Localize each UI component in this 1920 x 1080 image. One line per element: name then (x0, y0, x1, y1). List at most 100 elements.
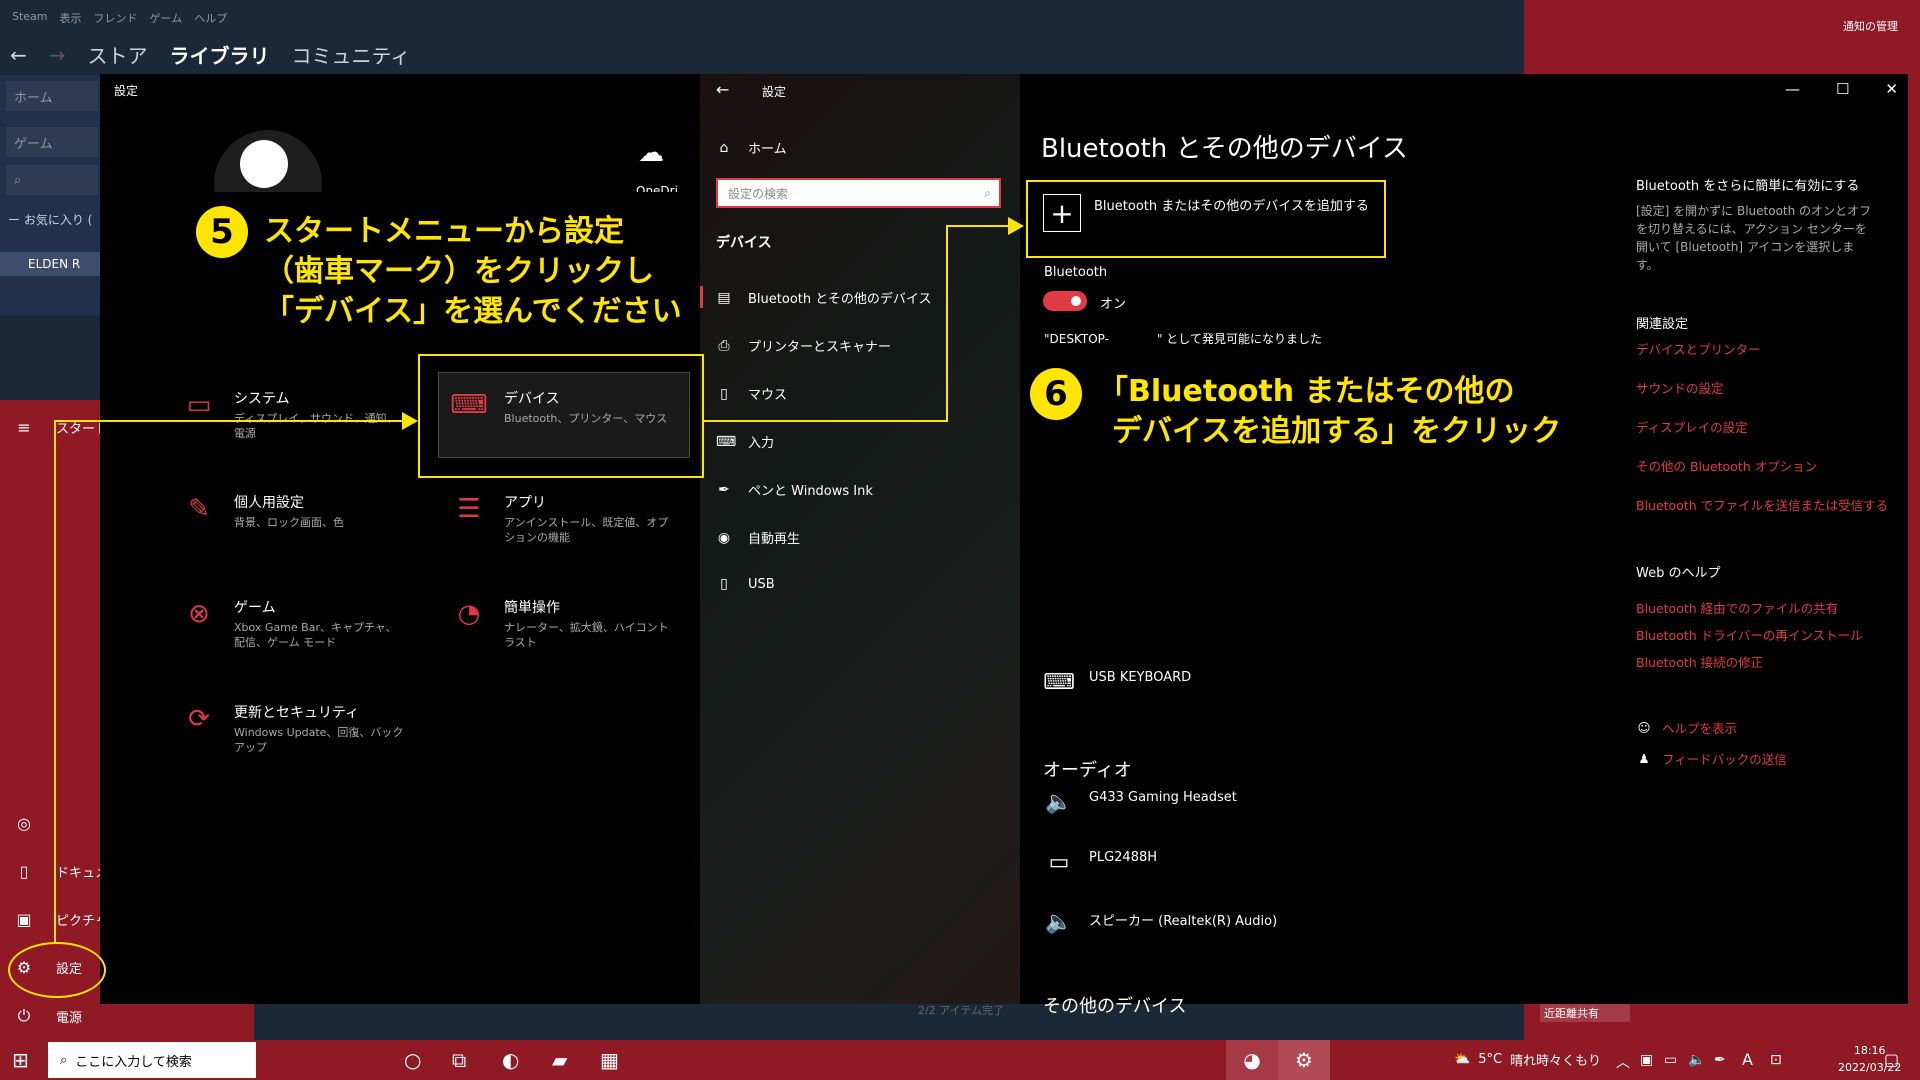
related-link[interactable]: ディスプレイの設定 (1636, 417, 1748, 436)
connector-line (946, 225, 948, 422)
category-personalization[interactable]: ✎ 個人用設定 背景、ロック画面、色 (182, 492, 404, 531)
weather-widget[interactable]: ⛅ 5°C 晴れ時々くもり (1454, 1050, 1601, 1069)
nav-item-usb[interactable]: ▯ USB (716, 576, 775, 592)
power-icon: ⏻ (17, 1006, 31, 1025)
xbox-icon: ⊗ (188, 599, 210, 629)
related-link[interactable]: Bluetooth でファイルを送信または受信する (1636, 495, 1888, 514)
steam-menu-item[interactable]: 表示 (60, 10, 82, 26)
maximize-icon[interactable]: ☐ (1836, 80, 1849, 98)
device-audio[interactable]: 🔈 G433 Gaming Headset (1043, 790, 1237, 815)
search-icon: ⌕ (60, 1052, 68, 1068)
feedback-label: フィードバックの送信 (1662, 752, 1787, 767)
volume-icon[interactable]: 🔈 (1688, 1052, 1705, 1068)
category-subtitle: Xbox Game Bar、キャプチャ、配信、ゲーム モード (234, 621, 397, 649)
get-help-link[interactable]: ☺ ヘルプを表示 (1636, 718, 1737, 737)
power-button[interactable]: ⏻ 電源 (14, 1006, 82, 1026)
device-audio[interactable]: 🔈 スピーカー (Realtek(R) Audio) (1043, 910, 1277, 935)
tray-app-icon[interactable]: ▣ (1640, 1052, 1653, 1068)
user-icon: ◎ (17, 814, 31, 833)
steam-nav-store[interactable]: ストア (88, 40, 148, 69)
laptop-icon: ▭ (186, 390, 212, 420)
steam-menu-item[interactable]: Steam (12, 10, 48, 26)
nav-item-pen[interactable]: ✒ ペンと Windows Ink (716, 480, 873, 500)
web-help-link[interactable]: Bluetooth 接続の修正 (1636, 652, 1763, 671)
pen-workspace-icon[interactable]: ✒ (1714, 1052, 1726, 1068)
steam-menu-item[interactable]: ゲーム (150, 10, 183, 26)
ease-of-access-icon: ◔ (457, 599, 481, 629)
steam-home-button[interactable]: ホーム (6, 81, 98, 111)
ime-indicator[interactable]: A (1742, 1050, 1753, 1069)
notification-center-icon[interactable]: ▢ (1884, 1050, 1899, 1069)
search-input[interactable]: 設定の検索 ⌕ (716, 178, 1001, 208)
category-title: 更新とセキュリティ (234, 705, 360, 721)
store-icon[interactable]: ▦ (600, 1048, 619, 1072)
taskbar-search-placeholder: ここに入力して検索 (75, 1054, 192, 1070)
taskbar-steam-button[interactable]: ◕ (1226, 1040, 1278, 1080)
category-ease-of-access[interactable]: ◔ 簡単操作 ナレーター、拡大鏡、ハイコントラスト (452, 597, 674, 651)
step5-text-line: スタートメニューから設定 (264, 214, 624, 249)
related-link[interactable]: その他の Bluetooth オプション (1636, 456, 1817, 475)
paint-icon: ✎ (188, 494, 210, 524)
steam-search[interactable]: ⌕ (6, 165, 98, 195)
category-gaming[interactable]: ⊗ ゲーム Xbox Game Bar、キャプチャ、配信、ゲーム モード (182, 597, 404, 651)
ime-mode-icon[interactable]: ⊡ (1770, 1052, 1782, 1068)
back-arrow-icon[interactable]: ← (716, 80, 729, 99)
step5-text-line: （歯車マーク）をクリックし (264, 254, 654, 289)
close-icon[interactable]: ✕ (1885, 80, 1898, 98)
tray-chevron-icon[interactable]: ︿ (1616, 1052, 1630, 1072)
taskbar-settings-button[interactable]: ⚙ (1278, 1040, 1330, 1080)
pictures-button[interactable]: ▣ ピクチャ (14, 910, 107, 929)
toggle-knob (1071, 296, 1081, 306)
category-system[interactable]: ▭ システム ディスプレイ、サウンド、通知、電源 (182, 388, 404, 442)
related-link[interactable]: デバイスとプリンター (1636, 339, 1761, 358)
cloud-icon[interactable]: ☁ (638, 138, 664, 168)
steam-game-item[interactable]: ELDEN R (0, 252, 100, 276)
nav-item-printers[interactable]: ⎙ プリンターとスキャナー (716, 336, 891, 356)
nav-item-bluetooth[interactable]: ▤ Bluetooth とその他のデバイス (716, 288, 932, 308)
feedback-link[interactable]: ♟ フィードバックの送信 (1636, 749, 1787, 768)
related-link[interactable]: サウンドの設定 (1636, 378, 1724, 397)
forward-arrow-icon[interactable]: → (49, 43, 66, 67)
nav-selected-indicator (700, 286, 703, 308)
network-icon[interactable]: ▭ (1664, 1052, 1677, 1068)
home-icon: ⌂ (719, 139, 729, 156)
nav-item-autoplay[interactable]: ◉ 自動再生 (716, 528, 800, 548)
back-arrow-icon[interactable]: ← (10, 43, 27, 67)
nav-home[interactable]: ⌂ ホーム (716, 138, 787, 158)
settings-highlight-circle (8, 942, 106, 998)
user-account-button[interactable]: ◎ (14, 814, 34, 833)
category-apps[interactable]: ☰ アプリ アンインストール、既定値、オプションの機能 (452, 492, 674, 546)
taskbar-search-input[interactable]: ⌕ ここに入力して検索 (48, 1042, 256, 1078)
nav-item-input[interactable]: ⌨ 入力 (716, 432, 774, 452)
autoplay-icon: ◉ (717, 529, 731, 546)
steam-menu-item[interactable]: フレンド (94, 10, 138, 26)
nearby-share-button[interactable]: 近距離共有 (1540, 1004, 1630, 1022)
minimize-icon[interactable]: — (1785, 80, 1800, 98)
step6-text-line: 「Bluetooth またはその他の (1098, 374, 1515, 409)
step6-text-line: デバイスを追加する」をクリック (1112, 414, 1562, 449)
notification-manage-link[interactable]: 通知の管理 (1843, 18, 1898, 34)
steam-nav-library[interactable]: ライブラリ (170, 40, 270, 69)
steam-games-dropdown[interactable]: ゲーム (6, 127, 98, 157)
task-view-icon[interactable]: ⧉ (452, 1048, 466, 1072)
web-help-link[interactable]: Bluetooth ドライバーの再インストール (1636, 625, 1863, 644)
steam-favorites-header[interactable]: ー お気に入り ( (8, 211, 92, 228)
web-help-link[interactable]: Bluetooth 経由でのファイルの共有 (1636, 598, 1838, 617)
cortana-icon[interactable]: ○ (404, 1048, 421, 1072)
steam-sidebar: ホーム ゲーム ⌕ ー お気に入り ( (0, 75, 100, 315)
category-update-security[interactable]: ⟳ 更新とセキュリティ Windows Update、回復、バックアップ (182, 702, 404, 756)
category-subtitle: ディスプレイ、サウンド、通知、電源 (234, 412, 398, 440)
windows-start-icon[interactable]: ⊞ (12, 1048, 29, 1072)
category-subtitle: ナレーター、拡大鏡、ハイコントラスト (504, 621, 669, 649)
steam-menu-item[interactable]: ヘルプ (194, 10, 227, 26)
speaker-icon: 🔈 (1045, 910, 1073, 935)
nav-item-mouse[interactable]: ▯ マウス (716, 384, 787, 404)
steam-nav-community[interactable]: コミュニティ (292, 40, 411, 69)
device-audio[interactable]: ▭ PLG2488H (1043, 850, 1157, 875)
nav-item-label: Bluetooth とその他のデバイス (748, 292, 932, 307)
file-explorer-icon[interactable]: ▰ (552, 1048, 567, 1072)
device-keyboard[interactable]: ⌨ USB KEYBOARD (1043, 670, 1191, 695)
edge-icon[interactable]: ◐ (502, 1048, 519, 1072)
update-icon: ⟳ (188, 704, 210, 734)
category-subtitle: アンインストール、既定値、オプションの機能 (504, 516, 669, 544)
